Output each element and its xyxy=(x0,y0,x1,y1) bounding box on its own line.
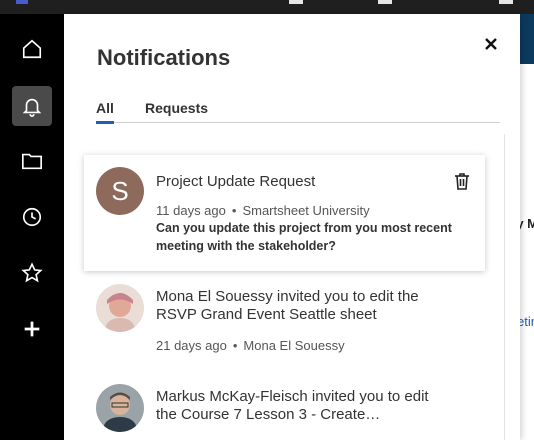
user-photo-icon xyxy=(96,284,144,332)
avatar: S xyxy=(96,167,144,215)
notification-source: Smartsheet University xyxy=(242,203,370,218)
tab-all[interactable]: All xyxy=(96,100,114,124)
panel-scroll-divider xyxy=(504,134,505,440)
delete-button[interactable] xyxy=(452,171,472,191)
close-button[interactable] xyxy=(481,34,501,54)
notifications-panel: Notifications All Requests S Project Upd… xyxy=(64,14,520,440)
notification-meta: 11 days ago • Smartsheet University xyxy=(156,203,370,218)
bell-icon xyxy=(22,98,42,117)
folder-icon xyxy=(22,153,42,170)
notification-item[interactable]: Markus McKay-Fleisch invited you to edit… xyxy=(84,384,485,440)
user-photo-icon xyxy=(96,384,144,432)
notification-title: Markus McKay-Fleisch invited you to edit… xyxy=(156,388,429,423)
star-icon xyxy=(21,262,43,283)
notification-meta: 21 days ago • Mona El Souessy xyxy=(156,338,345,353)
panel-title: Notifications xyxy=(97,45,231,70)
notification-item[interactable]: Mona El Souessy invited you to edit the … xyxy=(84,284,485,364)
notification-tabs: All Requests xyxy=(96,100,500,124)
notifications-button[interactable] xyxy=(12,86,52,126)
notification-item[interactable]: S Project Update Request 11 days ago • Sma… xyxy=(84,155,485,271)
favorites-button[interactable] xyxy=(12,253,52,293)
window-top-strip xyxy=(0,0,534,14)
notification-time: 11 days ago xyxy=(156,203,226,218)
app-header-bar xyxy=(519,14,534,64)
notification-source: Mona El Souessy xyxy=(243,338,345,353)
home-icon xyxy=(22,39,42,59)
notification-time: 21 days ago xyxy=(156,338,227,353)
tab-edge xyxy=(499,0,513,4)
separator-dot: • xyxy=(231,203,237,218)
avatar xyxy=(96,284,144,332)
trash-icon xyxy=(455,173,469,190)
notification-message: Can you update this project from you mos… xyxy=(156,221,452,253)
create-button[interactable] xyxy=(12,309,52,349)
clock-icon xyxy=(22,207,42,227)
tab-requests[interactable]: Requests xyxy=(145,100,208,122)
app-badge xyxy=(16,0,28,4)
notification-title: Mona El Souessy invited you to edit the … xyxy=(156,288,419,323)
home-button[interactable] xyxy=(12,29,52,69)
left-nav-rail xyxy=(0,14,64,440)
close-icon xyxy=(485,38,497,50)
recents-button[interactable] xyxy=(12,197,52,237)
browse-button[interactable] xyxy=(12,141,52,181)
tab-edge xyxy=(378,0,392,4)
avatar xyxy=(96,384,144,432)
separator-dot: • xyxy=(232,338,238,353)
notification-title: Project Update Request xyxy=(156,173,316,190)
plus-icon xyxy=(24,321,40,337)
tab-edge xyxy=(289,0,303,4)
